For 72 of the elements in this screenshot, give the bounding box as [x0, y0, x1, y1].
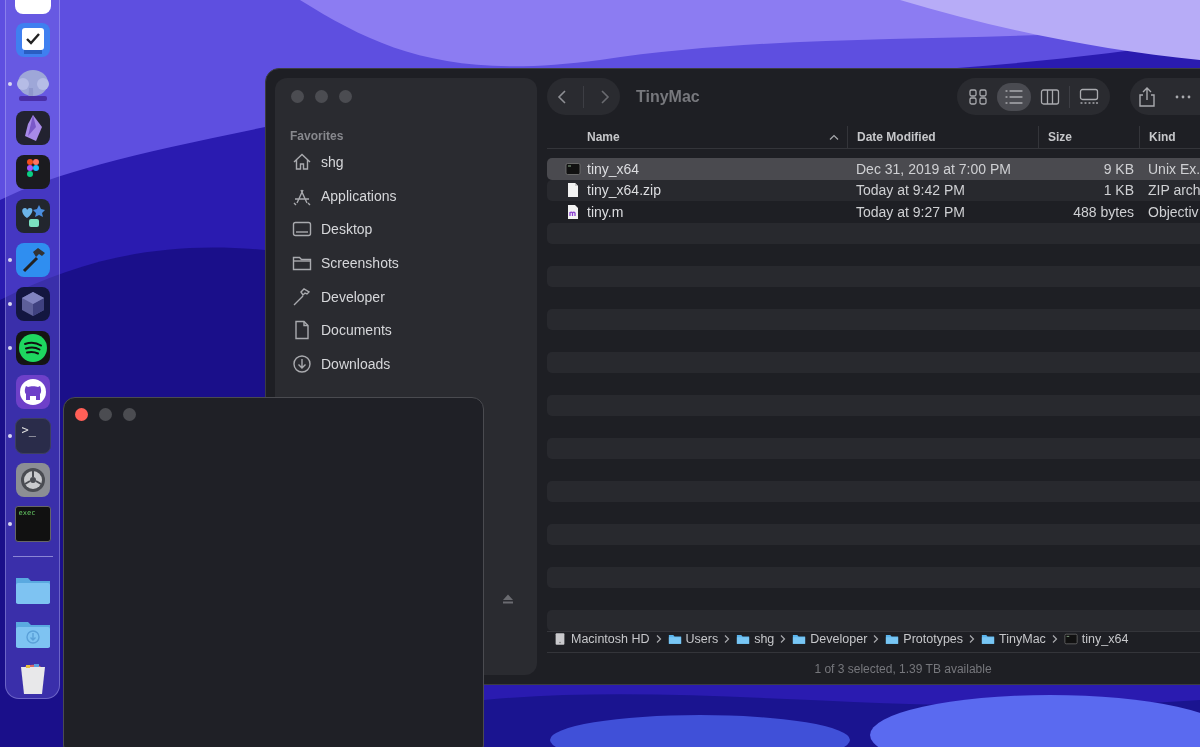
sidebar-item[interactable]: Applications	[291, 178, 537, 213]
checkbox-icon[interactable]	[14, 22, 51, 58]
chevron-icon	[655, 634, 662, 644]
terminal-icon[interactable]: >_	[14, 418, 51, 454]
chevron-icon	[1051, 634, 1058, 644]
eject-icon[interactable]	[502, 593, 514, 605]
sidebar-item[interactable]: shg	[291, 145, 537, 179]
hammer-icon[interactable]	[14, 242, 51, 278]
sort-caret-icon[interactable]	[829, 134, 839, 140]
sound-waves-icon[interactable]	[14, 330, 51, 366]
file-row[interactable]: tiny_x64 Dec 31, 2019 at 7:00 PM 9 KB Unix Ex.	[547, 158, 1200, 180]
path-item[interactable]: TinyMac	[981, 632, 1046, 646]
gear-icon[interactable]	[14, 462, 51, 498]
terminal-file-icon	[1063, 632, 1078, 646]
date-cell-text: Dec 31, 2019 at 7:00 PM	[855, 160, 1012, 177]
download-icon	[291, 352, 313, 375]
column-header[interactable]: Name	[547, 126, 847, 148]
size-cell-text: 488 bytes	[1072, 203, 1135, 220]
cat-icon[interactable]	[14, 374, 51, 410]
kind-cell-text: Unix Ex.	[1147, 160, 1200, 177]
path-item[interactable]: Developer	[792, 632, 868, 646]
file-name: tiny_x64	[587, 160, 640, 177]
list-icon	[1004, 87, 1024, 106]
chevron-icon	[724, 634, 731, 644]
share-icon[interactable]	[1138, 85, 1156, 108]
source-file-icon	[565, 203, 581, 220]
kind-cell-text: ZIP arch	[1147, 182, 1200, 199]
size-cell-text: 9 KB	[1102, 160, 1135, 177]
file-row[interactable]: tiny.m Today at 9:27 PM 488 bytes Objectiv	[547, 201, 1200, 223]
sidebar-item[interactable]: Desktop	[291, 212, 537, 247]
folder-icon	[981, 632, 996, 646]
columns-icon	[1040, 87, 1060, 106]
path-item[interactable]: Macintosh HD	[553, 632, 650, 646]
sidebar-item[interactable]: Developer	[291, 279, 537, 314]
path-item[interactable]: shg	[736, 632, 775, 646]
column-header[interactable]: Size	[1038, 126, 1139, 148]
path-item[interactable]: Users	[667, 632, 719, 646]
column-header[interactable]: Date Modified	[847, 126, 1038, 148]
folder-icon	[885, 632, 900, 646]
grid-icon	[968, 87, 988, 106]
terminal-file-icon	[565, 160, 581, 177]
size-cell-text: 1 KB	[1102, 182, 1135, 199]
path-item[interactable]: Prototypes	[885, 632, 964, 646]
chevron-icon	[780, 634, 787, 644]
cube-icon[interactable]	[14, 286, 51, 322]
folder-icon	[792, 632, 807, 646]
shapes-icon[interactable]	[14, 154, 51, 190]
sidebar-item[interactable]: Screenshots	[291, 246, 537, 280]
column-header[interactable]: Kind	[1139, 126, 1200, 148]
prompt-text: >_	[21, 423, 36, 437]
window-control[interactable]	[75, 408, 88, 421]
view-mode-button[interactable]	[997, 82, 1031, 111]
sidebar-item[interactable]: Documents	[291, 313, 537, 348]
hammer-icon	[291, 285, 313, 308]
status-text: 1 of 3 selected, 1.39 TB available	[547, 652, 1200, 684]
path-item[interactable]: tiny_x64	[1063, 632, 1129, 646]
sidebar-item[interactable]: Downloads	[291, 347, 537, 381]
chevron-icon	[873, 634, 880, 644]
kind-cell-text: Objectiv	[1147, 203, 1200, 220]
file-name: tiny.m	[587, 203, 624, 220]
section-heading: Favorites	[290, 129, 345, 143]
date-cell-text: Today at 9:42 PM	[855, 182, 966, 199]
document-icon	[565, 182, 581, 199]
crystal-icon[interactable]	[14, 110, 51, 146]
window-title: TinyMac	[636, 87, 700, 106]
file-name: tiny_x64.zip	[587, 182, 661, 199]
gallery-icon	[1079, 87, 1099, 106]
chevron-icon	[969, 634, 976, 644]
folder-icon	[667, 632, 682, 646]
folder-icon	[736, 632, 751, 646]
date-cell-text: Today at 9:27 PM	[855, 203, 966, 220]
file-row[interactable]: tiny_x64.zip Today at 9:42 PM 1 KB ZIP arch	[547, 179, 1200, 201]
